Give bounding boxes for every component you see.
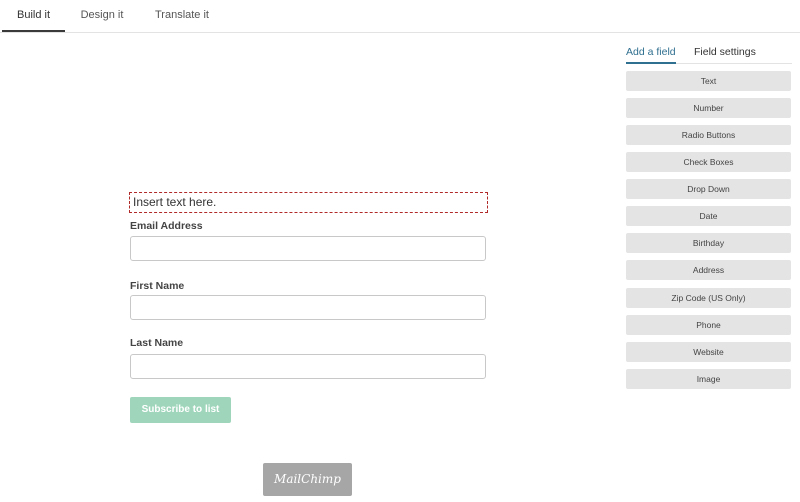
mailchimp-logo: MailChimp [263, 463, 352, 496]
add-field-address-button[interactable]: Address [626, 260, 791, 280]
last-name-field[interactable] [130, 354, 486, 379]
form-builder-page: Build it Design it Translate it Insert t… [0, 0, 800, 502]
tab-add-a-field[interactable]: Add a field [626, 44, 676, 64]
add-field-radio-buttons-button[interactable]: Radio Buttons [626, 125, 791, 145]
add-field-number-button[interactable]: Number [626, 98, 791, 118]
top-tab-bar: Build it Design it Translate it [0, 0, 800, 33]
tab-field-settings[interactable]: Field settings [694, 44, 758, 62]
first-name-field[interactable] [130, 295, 486, 320]
subscribe-button[interactable]: Subscribe to list [130, 397, 231, 423]
tab-build-it[interactable]: Build it [2, 0, 65, 32]
add-field-website-button[interactable]: Website [626, 342, 791, 362]
first-name-label: First Name [130, 280, 185, 292]
email-field[interactable] [130, 236, 486, 261]
tab-translate-it[interactable]: Translate it [146, 0, 218, 32]
last-name-label: Last Name [130, 337, 184, 349]
tab-design-it[interactable]: Design it [70, 0, 134, 32]
panel-tab-bar: Add a field Field settings [626, 44, 792, 64]
insert-text-block[interactable]: Insert text here. [129, 192, 488, 213]
add-field-drop-down-button[interactable]: Drop Down [626, 179, 791, 199]
add-field-phone-button[interactable]: Phone [626, 315, 791, 335]
add-field-text-button[interactable]: Text [626, 71, 791, 91]
add-field-check-boxes-button[interactable]: Check Boxes [626, 152, 791, 172]
add-field-date-button[interactable]: Date [626, 206, 791, 226]
add-field-image-button[interactable]: Image [626, 369, 791, 389]
add-field-zip-code-button[interactable]: Zip Code (US Only) [626, 288, 791, 308]
email-label: Email Address [130, 220, 203, 232]
add-field-birthday-button[interactable]: Birthday [626, 233, 791, 253]
